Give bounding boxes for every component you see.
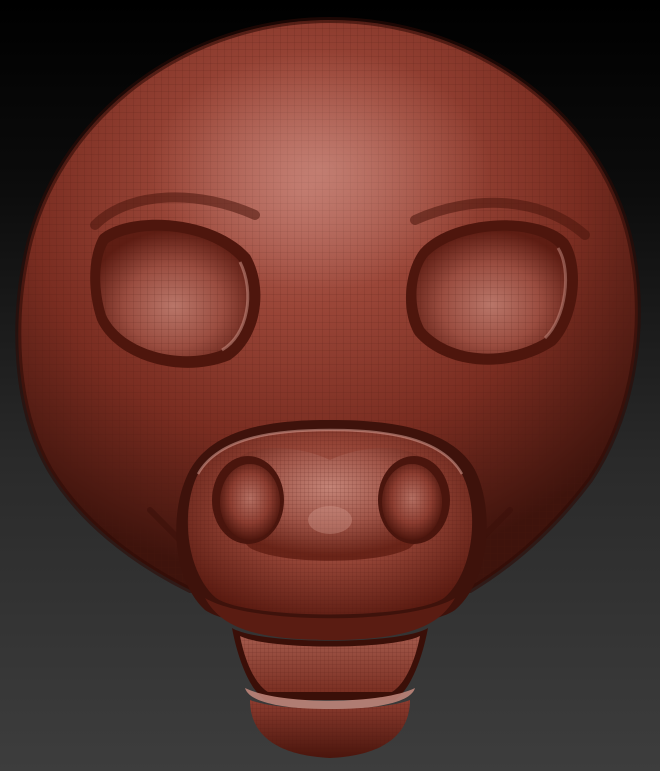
right-eye-socket [405, 220, 578, 365]
right-nostril [378, 456, 450, 544]
sculpted-head-render [15, 16, 641, 758]
left-nostril [212, 456, 284, 544]
render-viewport [0, 0, 660, 771]
